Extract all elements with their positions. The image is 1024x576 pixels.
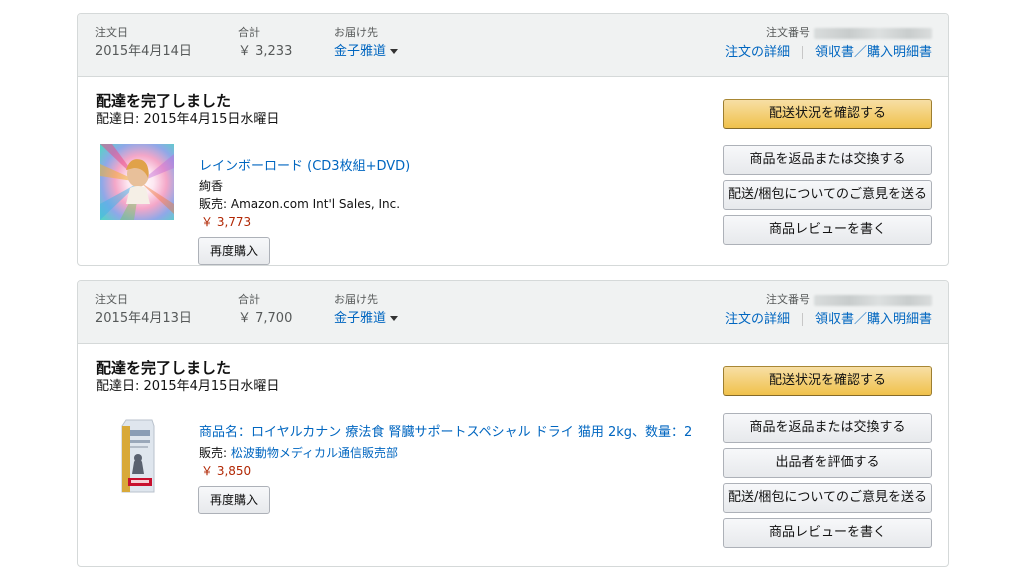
order-header: 注文日 2015年4月13日 合計 ￥ 7,700 お届け先 金子雅道 注文番号… <box>78 281 948 344</box>
track-package-button[interactable]: 配送状況を確認する <box>723 366 932 396</box>
order-details-link[interactable]: 注文の詳細 <box>725 312 790 327</box>
order-date-label: 注文日 <box>95 293 128 306</box>
divider <box>801 46 803 59</box>
delivery-date: 配達日: 2015年4月15日水曜日 <box>96 112 280 127</box>
order-number-block: 注文番号 注文の詳細 領収書／購入明細書 <box>725 293 932 329</box>
packaging-feedback-button[interactable]: 配送/梱包についてのご意見を送る <box>723 483 932 513</box>
return-or-replace-button[interactable]: 商品を返品または交換する <box>723 145 932 175</box>
order-card: 注文日 2015年4月13日 合計 ￥ 7,700 お届け先 金子雅道 注文番号… <box>77 280 949 567</box>
write-review-button[interactable]: 商品レビューを書く <box>723 518 932 548</box>
order-total: ￥ 7,700 <box>238 311 293 326</box>
delivery-status: 配達を完了しました <box>96 92 232 110</box>
order-number-label: 注文番号 <box>766 26 810 39</box>
ship-to-name: 金子雅道 <box>334 44 387 59</box>
order-date-block: 注文日 2015年4月13日 <box>95 293 192 328</box>
order-date: 2015年4月14日 <box>95 44 192 59</box>
product-price: ￥ 3,773 <box>201 215 252 229</box>
caret-down-icon <box>390 49 399 54</box>
product-price: ￥ 3,850 <box>201 464 252 478</box>
album-cover-image <box>100 144 174 220</box>
order-details-link[interactable]: 注文の詳細 <box>725 45 790 60</box>
delivery-status: 配達を完了しました <box>96 359 232 377</box>
order-total-block: 合計 ￥ 3,233 <box>238 26 292 61</box>
buy-again-button[interactable]: 再度購入 <box>198 486 270 514</box>
delivery-date: 配達日: 2015年4月15日水曜日 <box>96 379 280 394</box>
ship-to-block: お届け先 金子雅道 <box>334 293 399 328</box>
seller-link[interactable]: 松波動物メディカル通信販売部 <box>231 446 398 460</box>
divider <box>801 313 803 326</box>
product-title-link[interactable]: 商品名：ロイヤルカナン 療法食 腎臓サポートスペシャル ドライ 猫用 2kg、数… <box>199 424 692 442</box>
order-number-block: 注文番号 注文の詳細 領収書／購入明細書 <box>725 26 932 62</box>
ship-to-label: お届け先 <box>334 293 378 306</box>
receipt-link[interactable]: 領収書／購入明細書 <box>815 45 932 60</box>
seller-prefix: 販売: <box>199 446 231 460</box>
ship-to-block: お届け先 金子雅道 <box>334 26 399 61</box>
product-seller: 販売: Amazon.com Int'l Sales, Inc. <box>199 197 401 211</box>
return-or-replace-button[interactable]: 商品を返品または交換する <box>723 413 932 443</box>
order-total-label: 合計 <box>238 293 260 306</box>
order-date: 2015年4月13日 <box>95 311 192 326</box>
product-image[interactable] <box>100 144 174 220</box>
order-date-block: 注文日 2015年4月14日 <box>95 26 192 61</box>
order-total-block: 合計 ￥ 7,700 <box>238 293 292 328</box>
order-number-redacted <box>814 294 932 306</box>
order-total-label: 合計 <box>238 26 260 39</box>
rate-seller-button[interactable]: 出品者を評価する <box>723 448 932 478</box>
product-seller: 販売: 松波動物メディカル通信販売部 <box>199 445 398 461</box>
order-total: ￥ 3,233 <box>238 44 293 59</box>
ship-to-dropdown[interactable]: 金子雅道 <box>334 310 399 328</box>
order-number-label: 注文番号 <box>766 293 810 306</box>
ship-to-dropdown[interactable]: 金子雅道 <box>334 43 399 61</box>
buy-again-button[interactable]: 再度購入 <box>198 237 270 265</box>
order-date-label: 注文日 <box>95 26 128 39</box>
caret-down-icon <box>390 316 399 321</box>
ship-to-name: 金子雅道 <box>334 311 387 326</box>
product-artist: 絢香 <box>199 179 224 193</box>
order-header: 注文日 2015年4月14日 合計 ￥ 3,233 お届け先 金子雅道 注文番号… <box>78 14 948 77</box>
receipt-link[interactable]: 領収書／購入明細書 <box>815 312 932 327</box>
cat-food-bag-image <box>100 416 174 496</box>
packaging-feedback-button[interactable]: 配送/梱包についてのご意見を送る <box>723 180 932 210</box>
ship-to-label: お届け先 <box>334 26 378 39</box>
product-title-link[interactable]: レインボーロード (CD3枚組+DVD) <box>199 158 410 176</box>
order-number-redacted <box>814 27 932 39</box>
write-review-button[interactable]: 商品レビューを書く <box>723 215 932 245</box>
product-image[interactable] <box>100 416 174 496</box>
track-package-button[interactable]: 配送状況を確認する <box>723 99 932 129</box>
order-card: 注文日 2015年4月14日 合計 ￥ 3,233 お届け先 金子雅道 注文番号… <box>77 13 949 266</box>
